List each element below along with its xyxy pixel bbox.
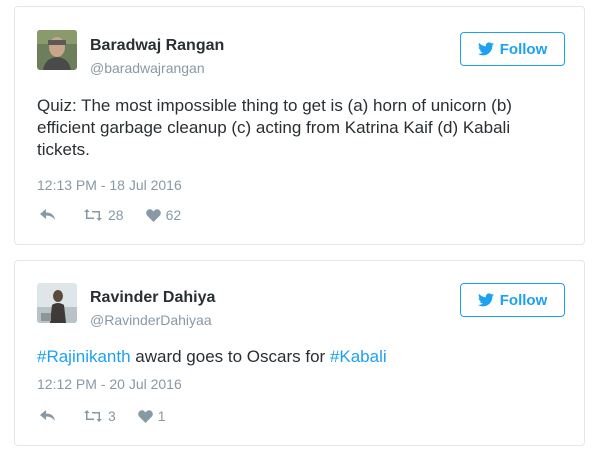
hashtag-link[interactable]: #Rajinikanth [37,347,131,366]
follow-button[interactable]: Follow [460,32,565,66]
author-handle[interactable]: @RavinderDahiyaa [90,312,212,328]
author-name[interactable]: Ravinder Dahiya [90,289,215,307]
avatar[interactable] [37,30,77,70]
retweet-icon [83,208,103,222]
author-name[interactable]: Baradwaj Rangan [90,37,224,55]
like-button[interactable]: 1 [137,408,166,424]
tweet-actions: 28 62 [39,207,181,223]
like-count: 62 [165,207,182,223]
follow-label: Follow [499,40,548,58]
reply-button[interactable] [39,409,57,423]
follow-button[interactable]: Follow [460,283,565,317]
avatar[interactable] [37,283,77,323]
reply-icon [39,208,57,222]
tweet-timestamp[interactable]: 12:13 PM - 18 Jul 2016 [37,177,182,193]
twitter-bird-icon [477,42,494,56]
like-button[interactable]: 62 [145,207,182,223]
retweet-button[interactable]: 3 [83,408,116,424]
tweet-text: #Rajinikanth award goes to Oscars for #K… [37,346,567,368]
tweet-actions: 3 1 [39,408,166,424]
tweet-card: Ravinder Dahiya @RavinderDahiyaa Follow … [14,260,585,446]
like-count: 1 [157,408,166,424]
retweet-count: 28 [108,207,124,223]
heart-icon [137,409,153,423]
tweet-timestamp[interactable]: 12:12 PM - 20 Jul 2016 [37,376,182,392]
reply-button[interactable] [39,208,57,222]
hashtag-link[interactable]: #Kabali [330,347,387,366]
author-handle[interactable]: @baradwajrangan [90,60,205,76]
follow-label: Follow [499,291,548,309]
tweet-text: Quiz: The most impossible thing to get i… [37,96,512,159]
retweet-icon [83,409,103,423]
heart-icon [145,208,161,222]
twitter-bird-icon [477,293,494,307]
tweet-text-body: award goes to Oscars for [130,347,330,366]
tweet-card: Baradwaj Rangan @baradwajrangan Follow Q… [14,6,585,245]
reply-icon [39,409,57,423]
retweet-count: 3 [108,408,116,424]
retweet-button[interactable]: 28 [83,207,124,223]
tweet-feed: Baradwaj Rangan @baradwajrangan Follow Q… [0,0,600,450]
